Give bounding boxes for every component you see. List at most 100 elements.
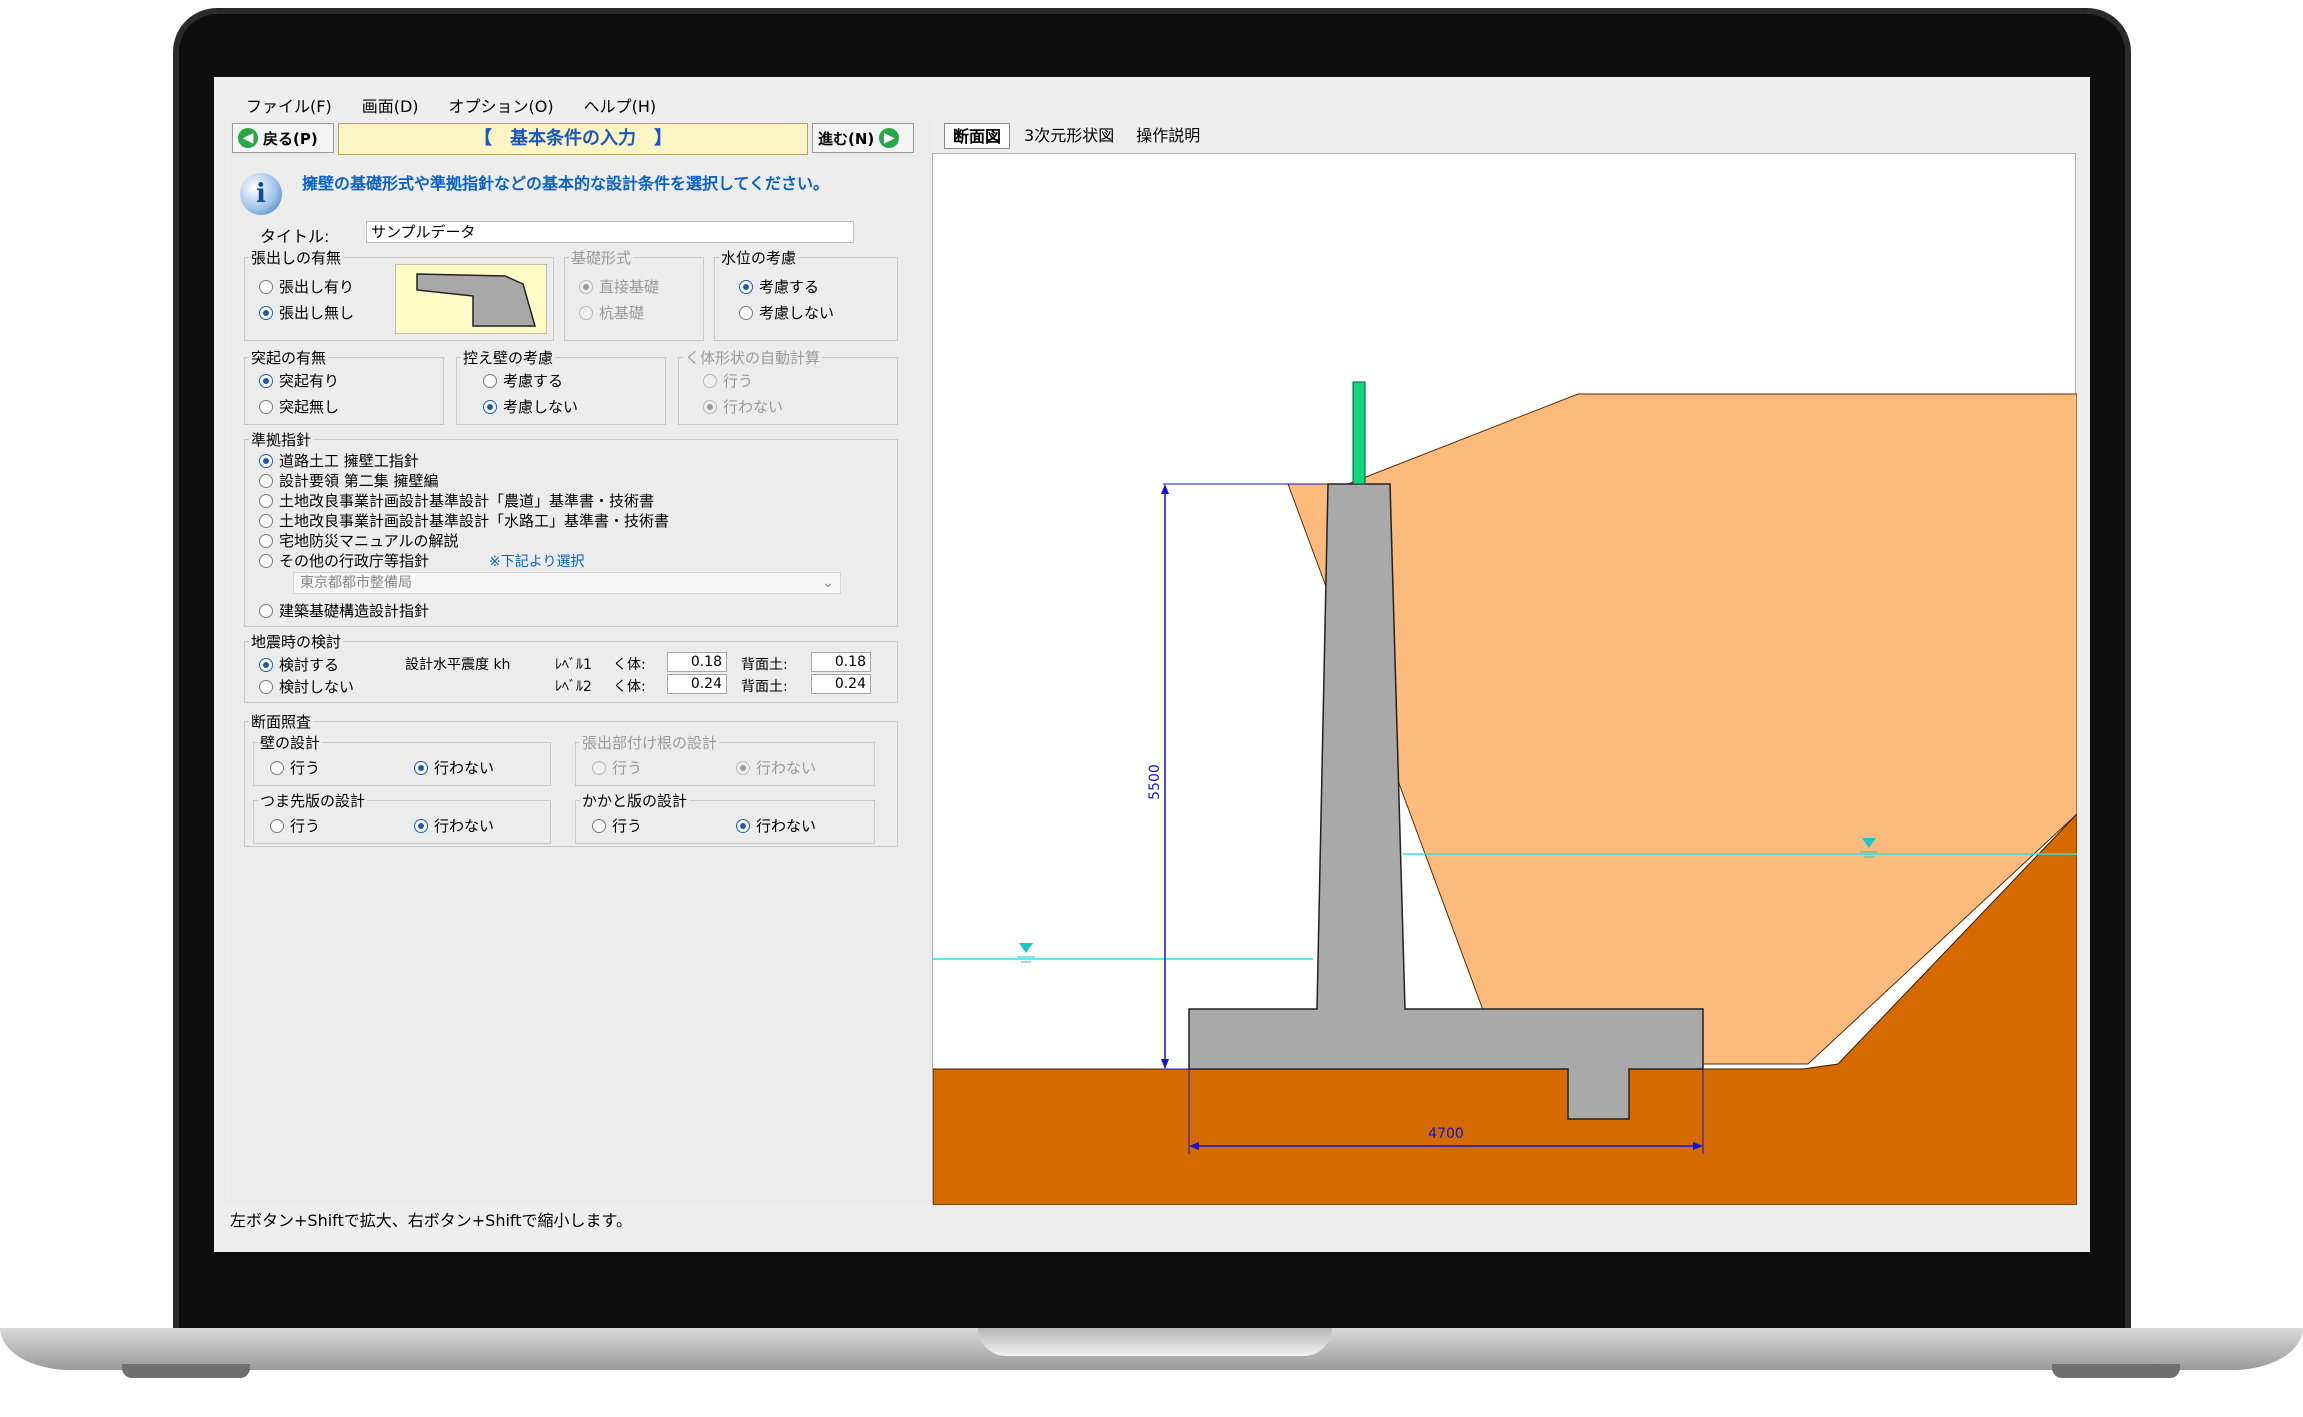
overhang-root-no-radio[interactable]: 行わない xyxy=(736,757,816,778)
direct-foundation-radio[interactable]: 直接基礎 xyxy=(579,276,659,297)
pile-foundation-radio[interactable]: 杭基礎 xyxy=(579,302,644,323)
level2-back-label: 背面土: xyxy=(741,679,788,695)
wall-design-yes-radio[interactable]: 行う xyxy=(270,757,320,778)
key-yes-radio[interactable]: 突起有り xyxy=(259,370,339,391)
app-window: ファイル(F) 画面(D) オプション(O) ヘルプ(H) ◀ 戻る(P) 【 … xyxy=(214,77,2090,1252)
tab-section[interactable]: 断面図 xyxy=(944,123,1011,149)
back-button-label: 戻る(P) xyxy=(263,129,318,148)
seismic-label: 地震時の検討 xyxy=(249,631,344,652)
level2-body-input[interactable]: 0.24 xyxy=(667,674,727,694)
height-dimension-label: 5500 xyxy=(1147,764,1163,800)
water-level-label: 水位の考慮 xyxy=(719,247,799,268)
agency-select-value: 東京都都市整備局 xyxy=(300,575,412,591)
water-ignore-radio[interactable]: 考慮しない xyxy=(739,302,834,323)
laptop-notch xyxy=(978,1328,1332,1356)
level1-body-input[interactable]: 0.18 xyxy=(667,652,727,672)
key-label: 突起の有無 xyxy=(249,347,329,368)
overhang-root-group: 張出部付け根の設計 行う 行わない xyxy=(575,732,875,786)
title-input[interactable]: サンプルデータ xyxy=(366,221,854,243)
counterfort-label: 控え壁の考慮 xyxy=(461,347,556,368)
guideline-radio-2[interactable]: 土地改良事業計画設計基準設計「農道」基準書・技術書 xyxy=(259,490,654,511)
heel-design-label: かかと版の設計 xyxy=(580,790,690,811)
overhang-no-radio[interactable]: 張出し無し xyxy=(259,302,354,323)
auto-calc-yes-radio[interactable]: 行う xyxy=(703,370,753,391)
menu-file[interactable]: ファイル(F) xyxy=(246,93,332,117)
foundation-label: 基礎形式 xyxy=(569,247,634,268)
next-button-label: 進む(N) xyxy=(818,129,875,148)
railing xyxy=(1352,381,1366,485)
status-bar: 左ボタン+Shiftで拡大、右ボタン+Shiftで縮小します。 xyxy=(230,1211,632,1230)
next-button[interactable]: 進む(N) ▶ xyxy=(812,123,914,153)
title-label: タイトル: xyxy=(260,227,330,246)
toe-design-label: つま先版の設計 xyxy=(258,790,368,811)
guideline-note: ※下記より選択 xyxy=(489,554,585,570)
section-drawing: 5500 4700 xyxy=(932,381,2078,1206)
seismic-coef-label: 設計水平震度 kh xyxy=(405,657,511,673)
foundation-group: 基礎形式 直接基礎 杭基礎 xyxy=(564,247,704,341)
overhang-root-yes-radio[interactable]: 行う xyxy=(592,757,642,778)
arrow-right-icon: ▶ xyxy=(879,128,900,148)
section-drawing-canvas[interactable]: 5500 4700 xyxy=(932,153,2078,1206)
laptop-foot-right xyxy=(2052,1364,2180,1378)
counterfort-yes-radio[interactable]: 考慮する xyxy=(483,370,563,391)
agency-select[interactable]: 東京都都市整備局 ⌄ xyxy=(293,572,841,594)
toe-design-yes-radio[interactable]: 行う xyxy=(270,815,320,836)
water-level-group: 水位の考慮 考慮する 考慮しない xyxy=(714,247,898,341)
auto-calc-no-radio[interactable]: 行わない xyxy=(703,396,783,417)
water-consider-radio[interactable]: 考慮する xyxy=(739,276,819,297)
menu-help[interactable]: ヘルプ(H) xyxy=(584,93,657,117)
menu-bar: ファイル(F) 画面(D) オプション(O) ヘルプ(H) xyxy=(230,93,2074,117)
wall-design-group: 壁の設計 行う 行わない xyxy=(253,732,551,786)
guideline-radio-0[interactable]: 道路土工 擁壁工指針 xyxy=(259,450,419,471)
heel-design-yes-radio[interactable]: 行う xyxy=(592,815,642,836)
overhang-root-label: 張出部付け根の設計 xyxy=(580,732,720,753)
arrow-left-icon: ◀ xyxy=(238,128,258,148)
level1-back-label: 背面土: xyxy=(741,657,788,673)
view-tabs: 断面図 3次元形状図 操作説明 xyxy=(944,123,1208,149)
guideline-label: 準拠指針 xyxy=(249,429,314,450)
heel-design-no-radio[interactable]: 行わない xyxy=(736,815,816,836)
guideline-radio-4[interactable]: 宅地防災マニュアルの解説 xyxy=(259,530,459,551)
info-message: 擁壁の基礎形式や準拠指針などの基本的な設計条件を選択してください。 xyxy=(302,174,830,193)
menu-options[interactable]: オプション(O) xyxy=(449,93,554,117)
toe-design-group: つま先版の設計 行う 行わない xyxy=(253,790,551,844)
wall-design-no-radio[interactable]: 行わない xyxy=(414,757,494,778)
toe-design-no-radio[interactable]: 行わない xyxy=(414,815,494,836)
overhang-group: 張出しの有無 張出し有り 張出し無し xyxy=(244,247,554,341)
guideline-radio-3[interactable]: 土地改良事業計画設計基準設計「水路工」基準書・技術書 xyxy=(259,510,669,531)
level2-body-label: く体: xyxy=(613,679,646,695)
key-group: 突起の有無 突起有り 突起無し xyxy=(244,347,444,425)
guideline-radio-1[interactable]: 設計要領 第二集 擁壁編 xyxy=(259,470,439,491)
counterfort-no-radio[interactable]: 考慮しない xyxy=(483,396,578,417)
seismic-group: 地震時の検討 検討する 検討しない 設計水平震度 kh ﾚﾍﾞﾙ1 ﾚﾍﾞﾙ2 … xyxy=(244,631,898,703)
level1-body-label: く体: xyxy=(613,657,646,673)
tab-3d[interactable]: 3次元形状図 xyxy=(1016,123,1122,149)
guideline-radio-5[interactable]: その他の行政庁等指針 xyxy=(259,550,429,571)
auto-calc-group: く体形状の自動計算 行う 行わない xyxy=(678,347,898,425)
chevron-down-icon: ⌄ xyxy=(822,575,834,591)
level2-back-input[interactable]: 0.24 xyxy=(811,674,871,694)
overhang-yes-radio[interactable]: 張出し有り xyxy=(259,276,354,297)
wall-design-label: 壁の設計 xyxy=(258,732,323,753)
drawing-panel: 断面図 3次元形状図 操作説明 5500 4700 xyxy=(932,119,2078,1206)
level1-label: ﾚﾍﾞﾙ1 xyxy=(555,657,592,673)
level2-label: ﾚﾍﾞﾙ2 xyxy=(555,679,592,695)
wall-type-preview-image xyxy=(395,264,547,334)
heel-design-group: かかと版の設計 行う 行わない xyxy=(575,790,875,844)
key-no-radio[interactable]: 突起無し xyxy=(259,396,339,417)
tab-help[interactable]: 操作説明 xyxy=(1128,123,1208,149)
seismic-yes-radio[interactable]: 検討する xyxy=(259,654,339,675)
width-dimension-label: 4700 xyxy=(1428,1126,1464,1142)
menu-view[interactable]: 画面(D) xyxy=(362,93,419,117)
guideline-radio-6[interactable]: 建築基礎構造設計指針 xyxy=(259,600,429,621)
laptop-foot-left xyxy=(122,1364,250,1378)
section-check-label: 断面照査 xyxy=(249,711,314,732)
guideline-group: 準拠指針 道路土工 擁壁工指針 設計要領 第二集 擁壁編 土地改良事業計画設計基… xyxy=(244,429,898,627)
input-panel: ◀ 戻る(P) 【 基本条件の入力 】 進む(N) ▶ i 擁壁の基礎形式や準拠… xyxy=(230,119,935,1204)
info-icon: i xyxy=(240,173,282,215)
auto-calc-label: く体形状の自動計算 xyxy=(683,347,823,368)
level1-back-input[interactable]: 0.18 xyxy=(811,652,871,672)
seismic-no-radio[interactable]: 検討しない xyxy=(259,676,354,697)
section-check-group: 断面照査 壁の設計 行う 行わない 張出部付け根の設計 行う 行わない つま先版… xyxy=(244,711,898,847)
back-button[interactable]: ◀ 戻る(P) xyxy=(232,123,334,153)
